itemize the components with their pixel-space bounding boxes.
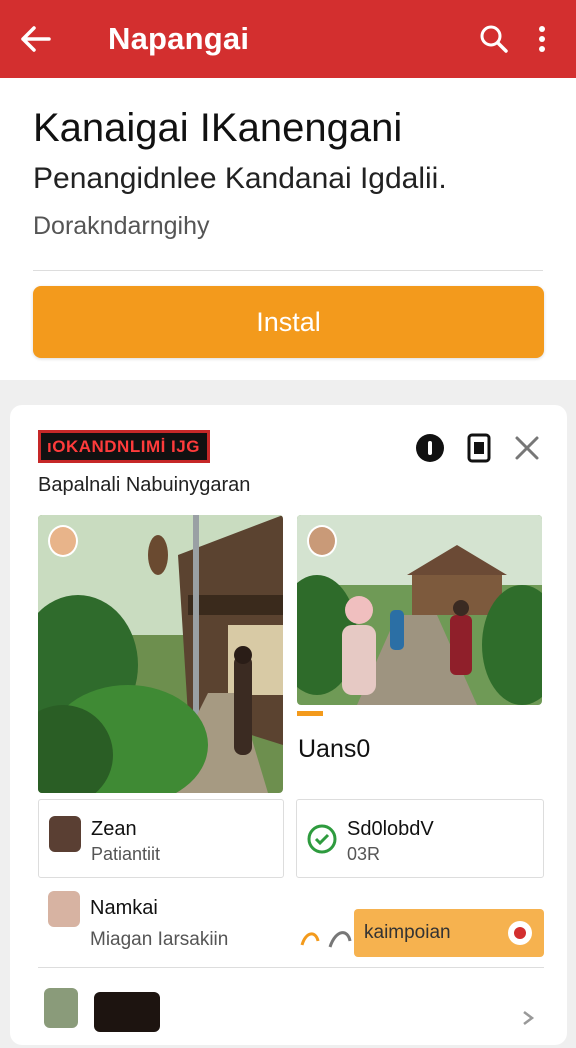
next-post-row (38, 988, 544, 1048)
more-options-button[interactable] (518, 0, 566, 78)
photo-illustration (38, 515, 283, 793)
user-card[interactable]: Sd0lobdV 03R (296, 799, 544, 878)
follow-button-label: kaimpoian (364, 922, 451, 943)
sparkle-icon (300, 931, 352, 948)
badge-icon (508, 921, 532, 945)
banner-text: ıOKANDNLIMİ IJGI (47, 436, 201, 456)
app-title: Kanaigai IKanengani (33, 106, 403, 150)
phone-icon[interactable] (467, 433, 491, 463)
search-icon (480, 25, 508, 53)
app-details-header: Kanaigai IKanengani Penangidnlee Kandana… (0, 78, 576, 380)
info-icon[interactable] (415, 433, 445, 463)
divider (33, 270, 543, 271)
accent-marker (297, 711, 323, 716)
back-arrow-icon (21, 26, 51, 52)
app-subtitle: Penangidnlee Kandanai Igdalii. (33, 162, 447, 195)
user-name: Zean (91, 818, 137, 840)
user-name: Sd0lobdV (347, 818, 434, 840)
user-card[interactable]: Zean Patiantiit (38, 799, 284, 878)
media-photo-garden-house[interactable] (38, 515, 283, 793)
search-button[interactable] (470, 0, 518, 78)
brand-banner: ıOKANDNLIMİ IJGI (38, 430, 210, 463)
close-icon[interactable] (513, 434, 541, 462)
app-bar-title: Napangai (108, 21, 250, 56)
avatar[interactable] (48, 891, 80, 927)
install-button[interactable]: Instal (33, 286, 544, 358)
media-photo-village-walk[interactable] (297, 515, 542, 705)
developer-name[interactable]: Dorakndarngihy (33, 212, 210, 241)
card-actions (415, 433, 541, 463)
chevron-right-icon[interactable] (518, 1008, 538, 1028)
media-label: Uans0 (298, 735, 371, 763)
user-detail: Miagan Iarsakiin (90, 929, 229, 950)
user-detail: 03R (347, 844, 381, 864)
user-name: Namkai (90, 897, 158, 919)
post-card: ıOKANDNLIMİ IJGI Bapalnali Nabuinygaran (10, 405, 567, 1045)
media-thumbnail[interactable] (94, 992, 160, 1032)
avatar[interactable] (48, 525, 78, 557)
app-bar: Napangai (0, 0, 576, 78)
check-circle-icon (307, 824, 337, 854)
back-button[interactable] (8, 0, 64, 78)
more-vert-icon (539, 26, 545, 52)
user-detail: Patiantiit (91, 844, 161, 864)
follow-button[interactable]: kaimpoian (354, 909, 544, 957)
card-caption: Bapalnali Nabuinygaran (38, 474, 251, 496)
avatar (49, 816, 81, 852)
avatar[interactable] (307, 525, 337, 557)
avatar[interactable] (44, 988, 78, 1028)
divider (38, 967, 544, 968)
